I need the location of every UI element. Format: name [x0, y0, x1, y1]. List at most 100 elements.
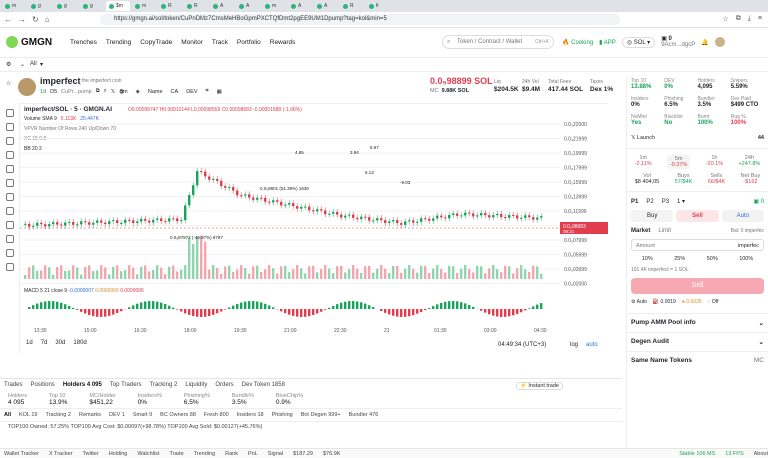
copy-icon[interactable]: ⧉	[96, 88, 100, 95]
browser-tab[interactable]: R	[158, 1, 182, 11]
range-180d[interactable]: 180d	[73, 340, 86, 346]
tag-icon[interactable]: ◈	[136, 89, 140, 95]
amount-input[interactable]: Amount imperfec	[631, 239, 764, 251]
downloads-icon[interactable]: ⤓	[748, 15, 751, 23]
trendline-icon[interactable]	[5, 123, 14, 131]
nav-track[interactable]: Track	[212, 39, 228, 46]
holder-filter[interactable]: Insiders 18	[237, 412, 264, 418]
home-icon[interactable]: ⌂	[45, 15, 50, 24]
status-item[interactable]: Wallet Tracker	[4, 451, 39, 457]
menu-icon[interactable]: ≡	[758, 15, 762, 23]
holder-filter[interactable]: Bundler 476	[349, 412, 379, 418]
browser-tab[interactable]: g	[80, 1, 104, 11]
gmgn-logo[interactable]: GMGN	[6, 36, 52, 48]
holder-filter[interactable]: Smart 9	[133, 412, 152, 418]
browser-tab[interactable]: m	[132, 1, 156, 11]
holder-filter[interactable]: All	[4, 412, 11, 418]
search-icon[interactable]: ⌕	[104, 88, 107, 95]
range-30d[interactable]: 30d	[55, 340, 65, 346]
auto-fee[interactable]: ⚙ Auto	[631, 299, 647, 305]
magnet-icon[interactable]	[5, 221, 14, 229]
reload-icon[interactable]: ↻	[32, 15, 39, 24]
period-change[interactable]: 1m -2.11%	[635, 155, 652, 169]
settings-icon[interactable]: ⚙	[6, 61, 11, 68]
holder-filter[interactable]: Remarks	[79, 412, 101, 418]
price-chart[interactable]: imperfect/SOL · 5 · GMGN.AI O0.00099747 …	[20, 103, 608, 353]
about-link[interactable]: About	[754, 451, 768, 457]
status-item[interactable]: Rank	[225, 451, 238, 457]
status-item[interactable]: Twitter	[83, 451, 99, 457]
bottom-tab[interactable]: Liquidity	[185, 382, 207, 388]
same-name-section[interactable]: Same Name Tokens MC	[627, 351, 768, 369]
pool-info-section[interactable]: Pump AMM Pool info ⌄	[627, 313, 768, 332]
holder-filter[interactable]: Bot Degen 999+	[301, 412, 341, 418]
bottom-tab[interactable]: Dev Token 1858	[242, 382, 285, 388]
bottom-tab[interactable]: Holders 4 095	[63, 382, 102, 388]
lock-icon[interactable]	[5, 235, 14, 243]
period-change[interactable]: 24h +247.8%	[738, 155, 760, 169]
browser-tab[interactable]: A	[210, 1, 234, 11]
fib-icon[interactable]	[5, 137, 14, 145]
browser-tab[interactable]: $m	[106, 1, 130, 11]
limit-tab[interactable]: Limit	[658, 228, 671, 234]
interval-select[interactable]: 5m	[120, 89, 128, 95]
browser-tab[interactable]: m	[262, 1, 286, 11]
browser-tab[interactable]: A	[288, 1, 312, 11]
back-icon[interactable]: ←	[4, 15, 12, 24]
priority-fee[interactable]: ⛽ 0.0019	[653, 299, 676, 305]
preset-p2[interactable]: P2	[646, 199, 653, 205]
browser-tab[interactable]: g	[28, 1, 52, 11]
period-change[interactable]: 5m -0.37%	[666, 155, 691, 169]
wallet-button[interactable]: ▣ 0 9Acm...dgcP	[661, 36, 695, 48]
all-filter[interactable]: All	[30, 61, 37, 67]
pattern-icon[interactable]	[5, 179, 14, 187]
extensions-icon[interactable]: ⧉	[736, 15, 741, 23]
camera-icon[interactable]: ⌗	[206, 88, 209, 95]
degen-audit-section[interactable]: Degen Audit ⌄	[627, 332, 768, 351]
nav-portfolio[interactable]: Portfolio	[237, 39, 261, 46]
notification-icon[interactable]: 🔔	[701, 39, 708, 46]
cooking-button[interactable]: 🔥 Cooking	[562, 39, 593, 46]
instant-trade-button[interactable]: ⚡ Instant trade	[516, 382, 563, 390]
percent-preset[interactable]: 25%	[674, 256, 685, 262]
browser-tab[interactable]: R	[340, 1, 364, 11]
buy-tab[interactable]: Buy	[631, 210, 674, 222]
chart-toggle-ca[interactable]: CA	[171, 89, 179, 95]
browser-tab[interactable]: m	[2, 1, 26, 11]
star-icon[interactable]: ☆	[723, 15, 729, 23]
preset-number[interactable]: 1 ▾	[677, 198, 685, 205]
nav-monitor[interactable]: Monitor	[181, 39, 203, 46]
brush-icon[interactable]	[5, 151, 14, 159]
browser-tab[interactable]: A	[314, 1, 338, 11]
status-item[interactable]: Holding	[109, 451, 128, 457]
bottom-tab[interactable]: Trades	[4, 382, 22, 388]
url-bar[interactable]: https://gmgn.ai/sol/token/CuPnDMz7CmsMeH…	[100, 14, 620, 25]
holder-filter[interactable]: Fresh 800	[204, 412, 229, 418]
trash-icon[interactable]	[5, 263, 14, 271]
preset-p3[interactable]: P3	[662, 199, 669, 205]
bottom-tab[interactable]: Orders	[215, 382, 233, 388]
status-item[interactable]: Trending	[194, 451, 216, 457]
crosshair-icon[interactable]	[5, 109, 14, 117]
holder-filter[interactable]: KOL 19	[19, 412, 37, 418]
nav-copytrade[interactable]: CopyTrade	[140, 39, 172, 46]
star-icon[interactable]: ☆	[6, 80, 11, 87]
holder-filter[interactable]: BC Owners 88	[160, 412, 196, 418]
status-item[interactable]: Trade	[169, 451, 183, 457]
auto-toggle[interactable]: auto	[586, 342, 598, 348]
mev-toggle[interactable]: ◌ Off	[708, 299, 719, 305]
nav-rewards[interactable]: Rewards	[270, 39, 296, 46]
browser-tab[interactable]: R	[184, 1, 208, 11]
launch-button[interactable]: 𝕏 Launch	[631, 135, 655, 141]
log-toggle[interactable]: log	[570, 342, 578, 348]
bottom-tab[interactable]: Positions	[30, 382, 54, 388]
bottom-tab[interactable]: Tracking 2	[150, 382, 178, 388]
tip-fee[interactable]: ● 0.0035	[682, 299, 702, 305]
range-7d[interactable]: 7d	[41, 340, 48, 346]
status-item[interactable]: $76.9K	[323, 451, 340, 457]
percent-preset[interactable]: 50%	[707, 256, 718, 262]
mc-sort[interactable]: MC	[754, 357, 764, 364]
holder-filter[interactable]: Phishing	[272, 412, 293, 418]
chain-select[interactable]: ◎ SOL ▾	[621, 36, 656, 48]
app-button[interactable]: ▮ APP	[599, 39, 616, 46]
